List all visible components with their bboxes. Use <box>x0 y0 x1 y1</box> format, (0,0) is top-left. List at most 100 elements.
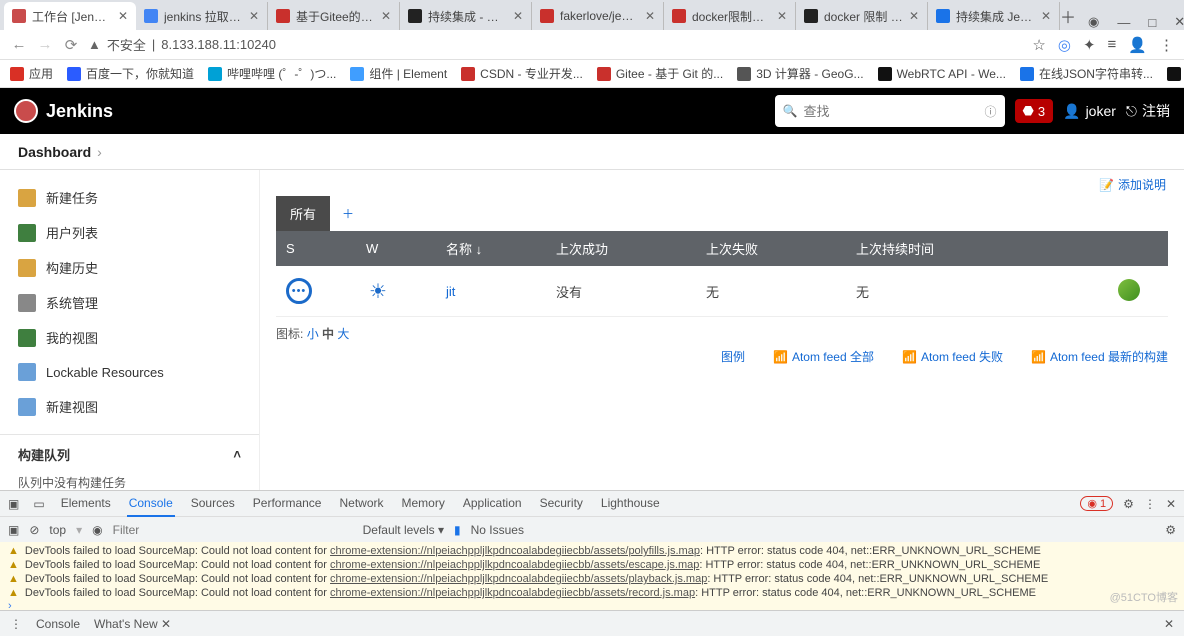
browser-tab[interactable]: 工作台 [Jenkins]✕ <box>4 2 136 30</box>
levels-select[interactable]: Default levels ▾ <box>363 523 444 537</box>
browser-tab[interactable]: fakerlove/jenkin✕ <box>532 2 664 30</box>
update-icon[interactable]: ◉ <box>1088 14 1099 30</box>
clear-icon[interactable]: ⊘ <box>29 523 39 537</box>
col-w[interactable]: W <box>356 231 436 266</box>
sidebar-item[interactable]: 构建历史 <box>0 250 259 285</box>
col-lastfailure[interactable]: 上次失败 <box>696 231 846 266</box>
job-name-link[interactable]: jit <box>446 284 455 299</box>
star-icon[interactable]: ☆ <box>1032 36 1045 54</box>
bookmark-item[interactable]: 在线JSON字符串转... <box>1020 65 1153 82</box>
bookmark-item[interactable]: Gitee - 基于 Git 的... <box>597 65 723 82</box>
add-view-button[interactable]: ＋ <box>330 197 366 230</box>
inspect-icon[interactable]: ▣ <box>8 497 19 511</box>
list-icon[interactable]: ≡ <box>1108 36 1117 53</box>
devtools-tab[interactable]: Lighthouse <box>599 491 662 517</box>
puzzle-icon[interactable]: ✦ <box>1083 36 1096 54</box>
tab-close-icon[interactable]: ✕ <box>249 9 259 23</box>
devtools-tab[interactable]: Application <box>461 491 524 517</box>
tab-close-icon[interactable]: ✕ <box>777 9 787 23</box>
devtools-tab[interactable]: Performance <box>251 491 324 517</box>
reload-icon[interactable]: ⟳ <box>62 36 80 54</box>
drawer-close-icon[interactable]: ✕ <box>1164 617 1174 631</box>
bookmark-item[interactable]: 组件 | Element <box>350 65 447 82</box>
icon-size-l[interactable]: 大 <box>337 327 349 341</box>
devtools-tab[interactable]: Network <box>337 491 385 517</box>
bookmark-item[interactable]: CSDN - 专业开发... <box>461 65 583 82</box>
close-icon[interactable]: ✕ <box>1174 14 1184 30</box>
table-row[interactable]: ••• ☀ jit 没有 无 无 <box>276 266 1168 317</box>
drawer-icon[interactable]: ⋮ <box>10 617 22 631</box>
kebab-icon[interactable]: ⋮ <box>1144 497 1156 511</box>
feed-fail[interactable]: 📶Atom feed 失败 <box>902 348 1003 365</box>
sidebar-item[interactable]: Lockable Resources <box>0 355 259 389</box>
search-input[interactable] <box>803 104 984 119</box>
icon-size-s[interactable]: 小 <box>307 327 319 341</box>
filter-input[interactable] <box>113 523 353 537</box>
sidebar-item[interactable]: 新建任务 <box>0 180 259 215</box>
sidebar-icon[interactable]: ▣ <box>8 523 19 537</box>
console-prompt[interactable]: › <box>0 600 1184 610</box>
browser-tab[interactable]: docker 限制 容器✕ <box>796 2 928 30</box>
browser-tab[interactable]: 基于Gitee的jenk✕ <box>268 2 400 30</box>
bookmark-item[interactable]: Docker Hub <box>1167 67 1184 81</box>
build-now-icon[interactable] <box>1118 279 1140 301</box>
bookmark-item[interactable]: 哔哩哔哩 (゜-゜)つ... <box>208 65 336 82</box>
bookmark-item[interactable]: WebRTC API - We... <box>878 67 1006 81</box>
forward-icon[interactable]: → <box>36 36 54 53</box>
browser-tab[interactable]: 持续集成 - 基于g✕ <box>400 2 532 30</box>
user-menu[interactable]: 👤 joker <box>1063 103 1116 120</box>
col-name[interactable]: 名称 ↓ <box>436 231 546 266</box>
logout-button[interactable]: ⎋ 注销 <box>1126 101 1170 121</box>
minimize-icon[interactable]: — <box>1117 15 1130 30</box>
maximize-icon[interactable]: □ <box>1148 15 1156 30</box>
error-badge[interactable]: ◉ 1 <box>1080 496 1113 511</box>
footer-whatsnew[interactable]: What's New ✕ <box>94 617 171 631</box>
browser-tab[interactable]: jenkins 拉取gitee✕ <box>136 2 268 30</box>
col-lastsuccess[interactable]: 上次成功 <box>546 231 696 266</box>
extension-icon[interactable]: ◎ <box>1058 36 1071 54</box>
legend-link[interactable]: 图例 <box>721 348 745 365</box>
tab-close-icon[interactable]: ✕ <box>909 9 919 23</box>
browser-tab[interactable]: docker限制容器✕ <box>664 2 796 30</box>
browser-tab[interactable]: 持续集成 Jenkins✕ <box>928 2 1060 30</box>
bookmark-item[interactable]: 百度一下，你就知道 <box>67 65 194 82</box>
new-tab-button[interactable]: ＋ <box>1060 2 1076 30</box>
devtools-close-icon[interactable]: ✕ <box>1166 497 1176 511</box>
footer-console[interactable]: Console <box>36 617 80 631</box>
devtools-tab[interactable]: Sources <box>189 491 237 517</box>
feed-latest[interactable]: 📶Atom feed 最新的构建 <box>1031 348 1168 365</box>
context-select[interactable]: top <box>49 523 66 537</box>
crumb-dashboard[interactable]: Dashboard <box>18 144 91 160</box>
icon-size-m[interactable]: 中 <box>322 327 334 341</box>
sidebar-item[interactable]: 新建视图 <box>0 389 259 424</box>
gear-icon[interactable]: ⚙ <box>1123 497 1134 511</box>
back-icon[interactable]: ← <box>10 36 28 53</box>
col-lastduration[interactable]: 上次持续时间 <box>846 231 1108 266</box>
eye-icon[interactable]: ◉ <box>92 523 102 537</box>
jenkins-logo[interactable]: Jenkins <box>14 99 113 123</box>
tab-close-icon[interactable]: ✕ <box>645 9 655 23</box>
device-icon[interactable]: ▭ <box>33 497 44 511</box>
tab-close-icon[interactable]: ✕ <box>118 9 128 23</box>
devtools-tab[interactable]: Elements <box>59 491 113 517</box>
alert-badge[interactable]: ⬣ 3 <box>1015 99 1054 123</box>
tab-close-icon[interactable]: ✕ <box>381 9 391 23</box>
bookmark-item[interactable]: 应用 <box>10 65 53 82</box>
profile-icon[interactable]: 👤 <box>1128 36 1147 54</box>
devtools-settings-icon[interactable]: ⚙ <box>1165 523 1176 537</box>
devtools-tab[interactable]: Memory <box>400 491 447 517</box>
devtools-tab[interactable]: Security <box>538 491 585 517</box>
sidebar-item[interactable]: 系统管理 <box>0 285 259 320</box>
col-s[interactable]: S <box>276 231 356 266</box>
bookmark-item[interactable]: 3D 计算器 - GeoG... <box>737 65 863 82</box>
feed-all[interactable]: 📶Atom feed 全部 <box>773 348 874 365</box>
tab-close-icon[interactable]: ✕ <box>1041 9 1051 23</box>
menu-icon[interactable]: ⋮ <box>1159 36 1174 54</box>
url-box[interactable]: ▲ 不安全 | 8.133.188.11:10240 <box>88 35 1024 54</box>
add-description-link[interactable]: 📝 添加说明 <box>1099 176 1166 193</box>
search-box[interactable]: 🔍 ⓘ <box>775 95 1005 127</box>
build-queue-header[interactable]: 构建队列 ˄ <box>0 434 259 468</box>
help-icon[interactable]: ⓘ <box>985 103 997 120</box>
devtools-tab[interactable]: Console <box>127 491 175 517</box>
tab-all[interactable]: 所有 <box>276 196 330 231</box>
